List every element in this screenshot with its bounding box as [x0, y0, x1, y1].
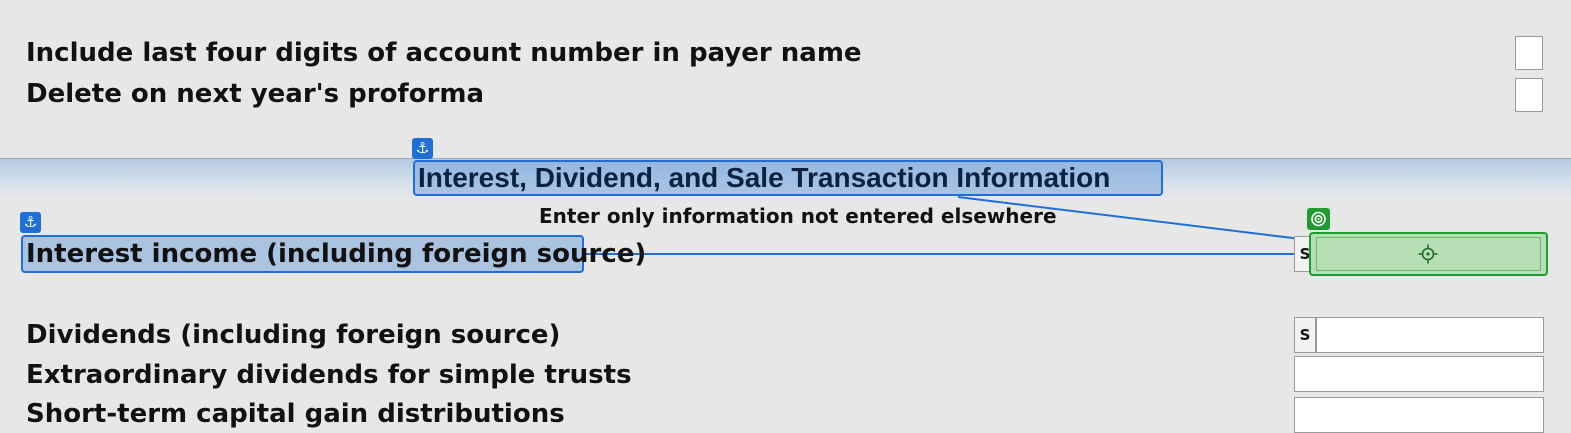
dividends-field[interactable] [1316, 317, 1544, 353]
interest-income-label: Interest income (including foreign sourc… [26, 239, 647, 269]
crosshair-icon [1418, 244, 1438, 264]
short-term-capital-gain-field[interactable] [1294, 397, 1544, 433]
include-last-four-label: Include last four digits of account numb… [26, 38, 862, 68]
short-term-capital-gain-label: Short-term capital gain distributions [26, 399, 565, 429]
dividends-label: Dividends (including foreign source) [26, 320, 561, 350]
anchor-icon[interactable]: ⚓ [20, 212, 41, 233]
anchor-icon[interactable]: ⚓ [412, 138, 433, 159]
target-icon[interactable] [1307, 208, 1330, 230]
extraordinary-dividends-field[interactable] [1294, 356, 1544, 392]
dividends-s-button[interactable]: S [1294, 317, 1316, 353]
delete-next-year-checkbox[interactable] [1515, 78, 1543, 112]
include-last-four-checkbox[interactable] [1515, 36, 1543, 70]
delete-next-year-label: Delete on next year's proforma [26, 79, 485, 109]
section-subtitle: Enter only information not entered elsew… [539, 204, 1057, 228]
section-title: Interest, Dividend, and Sale Transaction… [418, 162, 1111, 193]
extraordinary-dividends-label: Extraordinary dividends for simple trust… [26, 360, 632, 390]
